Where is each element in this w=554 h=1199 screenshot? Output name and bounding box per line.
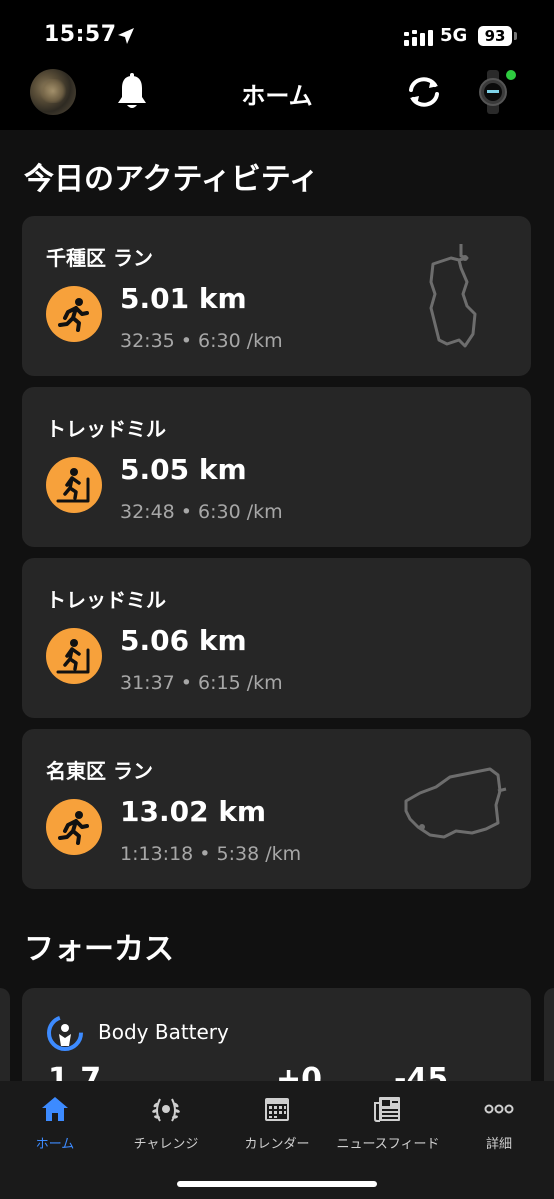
tab-calendar[interactable]: カレンダー <box>222 1093 332 1152</box>
body-battery-drained: -45 <box>394 1062 449 1081</box>
route-map-thumbnail <box>404 767 507 839</box>
activity-stats: 32:48 • 6:30 /km <box>120 501 283 523</box>
activity-distance: 5.01 km <box>120 282 247 315</box>
status-bar: 15:57 5G 93 <box>0 0 554 62</box>
laurel-icon <box>152 1098 180 1122</box>
device-connected-dot <box>506 70 516 80</box>
more-icon <box>484 1104 514 1114</box>
tab-challenges[interactable]: チャレンジ <box>111 1093 221 1152</box>
home-indicator[interactable] <box>177 1181 377 1187</box>
tab-label: ニュースフィード <box>336 1137 440 1152</box>
run-icon <box>58 811 89 845</box>
home-screen: 15:57 5G 93 ホーム 今日のアクティビティ 千種区 ラン 5.01 k… <box>0 0 554 1199</box>
body-battery-title: Body Battery <box>98 1020 229 1044</box>
activity-title: 千種区 ラン <box>46 246 153 270</box>
activity-title: トレッドミル <box>46 417 166 441</box>
section-title-today: 今日のアクティビティ <box>24 162 319 197</box>
activity-card[interactable]: トレッドミル 5.05 km 32:48 • 6:30 /km <box>22 387 531 547</box>
activity-stats: 31:37 • 6:15 /km <box>120 672 283 694</box>
route-map-thumbnail <box>429 244 477 348</box>
activity-distance: 5.05 km <box>120 453 247 486</box>
activity-title: トレッドミル <box>46 588 166 612</box>
activity-card[interactable]: トレッドミル 5.06 km 31:37 • 6:15 /km <box>22 558 531 718</box>
run-icon <box>58 298 89 332</box>
activity-type-badge <box>46 628 102 684</box>
battery-tip <box>514 32 517 40</box>
activity-card[interactable]: 名東区 ラン 13.02 km 1:13:18 • 5:38 /km <box>22 729 531 889</box>
sync-icon[interactable] <box>404 74 444 110</box>
signal-icon <box>404 30 433 46</box>
newsfeed-icon <box>374 1097 400 1122</box>
content-scroll[interactable]: 今日のアクティビティ 千種区 ラン 5.01 km 32:35 • 6:30 /… <box>0 130 554 1081</box>
treadmill-icon <box>56 639 90 674</box>
carousel-prev-card[interactable] <box>0 988 10 1081</box>
tab-more[interactable]: 詳細 <box>444 1093 554 1152</box>
activity-title: 名東区 ラン <box>46 759 153 783</box>
activity-type-badge <box>46 286 102 342</box>
status-time: 15:57 <box>44 22 117 47</box>
activity-stats: 32:35 • 6:30 /km <box>120 330 283 352</box>
tab-label: ホーム <box>35 1137 75 1152</box>
watch-device-icon[interactable] <box>478 70 508 114</box>
activity-type-badge <box>46 799 102 855</box>
page-title: ホーム <box>241 82 313 110</box>
body-battery-charged: +0 <box>276 1062 323 1081</box>
activity-stats: 1:13:18 • 5:38 /km <box>120 843 302 865</box>
app-header: ホーム <box>0 62 554 130</box>
battery-indicator: 93 <box>478 26 512 46</box>
body-battery-icon <box>47 1015 83 1051</box>
tab-home[interactable]: ホーム <box>0 1093 110 1152</box>
body-battery-value: 1.7 <box>48 1062 102 1081</box>
home-icon <box>42 1097 68 1121</box>
treadmill-icon <box>56 468 90 503</box>
section-title-focus: フォーカス <box>24 932 174 967</box>
activity-distance: 5.06 km <box>120 624 247 657</box>
calendar-icon <box>265 1098 289 1121</box>
network-type: 5G <box>440 25 468 46</box>
location-arrow-icon <box>118 28 134 44</box>
activity-distance: 13.02 km <box>120 795 267 828</box>
tab-label: 詳細 <box>485 1137 512 1152</box>
tab-label: カレンダー <box>244 1137 310 1152</box>
activity-type-badge <box>46 457 102 513</box>
activity-card[interactable]: 千種区 ラン 5.01 km 32:35 • 6:30 /km <box>22 216 531 376</box>
carousel-next-card[interactable] <box>544 988 554 1081</box>
tab-label: チャレンジ <box>133 1137 199 1152</box>
body-battery-card[interactable]: Body Battery 1.7 +0 -45 <box>22 988 531 1081</box>
tab-newsfeed[interactable]: ニュースフィード <box>333 1093 443 1152</box>
